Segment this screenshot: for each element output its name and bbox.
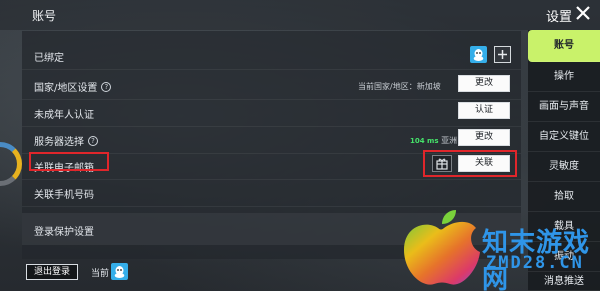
verify-button[interactable]: 认证 xyxy=(458,102,510,119)
row-minor-verify: 未成年人认证 xyxy=(22,97,521,127)
country-label: 国家/地区设置 xyxy=(34,83,98,94)
help-icon[interactable]: ? xyxy=(88,135,98,146)
row-label: 未成年人认证 xyxy=(34,110,94,121)
watermark-url: ZMD28.CN xyxy=(486,253,584,273)
change-country-button[interactable]: 更改 xyxy=(458,75,510,92)
sidebar-item-label: 账号 xyxy=(554,40,574,51)
server-label: 服务器选择 xyxy=(34,137,84,148)
row-country: 国家/地区设置 ? 当前国家/地区：新加坡 xyxy=(22,70,521,100)
help-icon[interactable]: ? xyxy=(101,81,112,92)
link-email-button[interactable]: 关联 xyxy=(458,155,510,172)
login-protection-label: 登录保护设置 xyxy=(34,227,94,238)
change-server-button[interactable]: 更改 xyxy=(458,129,510,146)
email-label-highlight xyxy=(29,152,109,171)
account-title: 账号 xyxy=(32,9,57,23)
row-label: 服务器选择 ? xyxy=(34,133,98,148)
sidebar-item-graphics-audio[interactable]: 画面与声音 xyxy=(528,92,600,122)
sidebar-item-label: 自定义键位 xyxy=(539,131,589,142)
row-label: 已绑定 xyxy=(34,53,64,64)
server-region: 亚洲 xyxy=(441,136,458,145)
row-bound: 已绑定 xyxy=(22,40,521,70)
sidebar-item-label: 画面与声音 xyxy=(539,101,589,112)
sidebar-item-sensitivity[interactable]: 灵敏度 xyxy=(528,152,600,182)
close-icon[interactable] xyxy=(574,4,592,22)
current-country: 当前国家/地区：新加坡 xyxy=(358,82,441,91)
top-bar xyxy=(0,0,600,30)
row-phone: 关联手机号码 xyxy=(22,177,521,207)
sidebar-item-custom-keys[interactable]: 自定义键位 xyxy=(528,122,600,152)
row-label: 国家/地区设置 ? xyxy=(34,79,112,94)
ping-value: 104 ms xyxy=(410,137,439,145)
settings-title: 设置 xyxy=(546,10,573,25)
gift-icon[interactable] xyxy=(432,155,452,172)
qq-icon xyxy=(470,46,487,63)
sidebar-item-controls[interactable]: 操作 xyxy=(528,62,600,92)
server-info: 104 ms 亚洲 xyxy=(410,135,457,146)
sidebar-item-label: 操作 xyxy=(554,71,574,82)
logout-button[interactable]: 退出登录 xyxy=(26,264,78,280)
sidebar-item-label: 灵敏度 xyxy=(549,161,579,172)
plus-icon[interactable] xyxy=(494,46,511,63)
sidebar-item-label: 拾取 xyxy=(554,191,574,202)
current-login-label: 当前 xyxy=(91,269,110,279)
sidebar-item-account[interactable]: 账号 xyxy=(528,30,600,62)
row-label: 关联手机号码 xyxy=(34,190,94,201)
qq-icon xyxy=(111,263,128,280)
